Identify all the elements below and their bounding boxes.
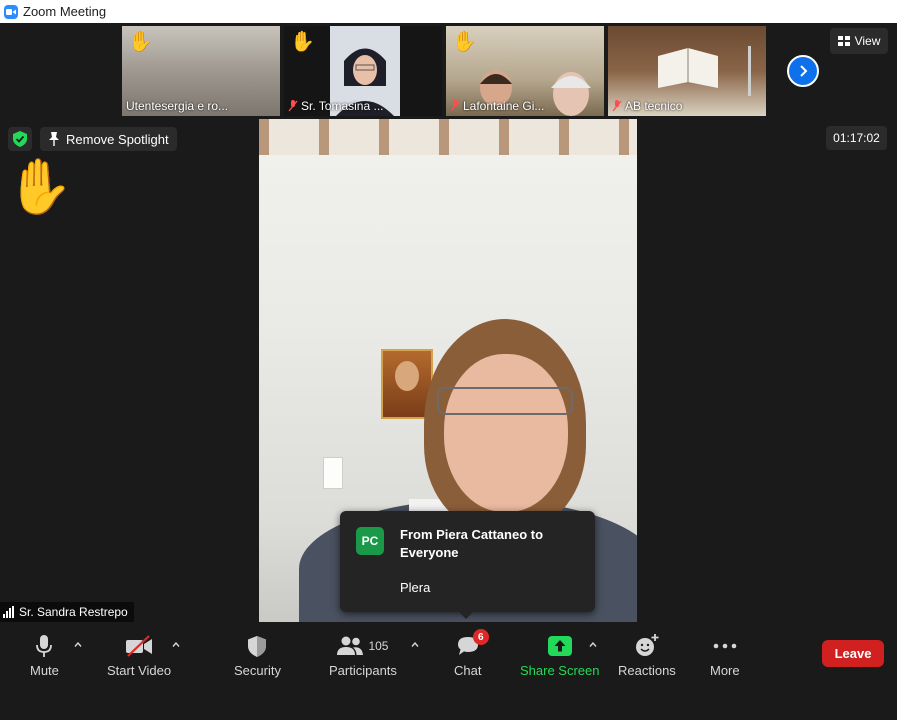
participant-name: Sr. Tomasina ... [288,99,383,113]
participant-name: Lafontaine Gi... [450,99,544,113]
zoom-window: Zoom Meeting ✋ Utentesergia e ro... ✋ Sr… [0,0,897,720]
participant-thumbnail[interactable]: ✋ Lafontaine Gi... [446,26,604,116]
shield-check-icon [13,131,27,147]
more-icon-wrap [713,633,737,659]
remove-spotlight-button[interactable]: Remove Spotlight [40,127,177,151]
reactions-button[interactable]: Reactions [618,633,676,678]
active-speaker-name: Sr. Sandra Restrepo [19,605,128,619]
muted-mic-icon [612,100,622,112]
participants-count: 105 [368,639,389,653]
chat-label: Chat [454,663,482,678]
microphone-icon [36,635,53,657]
active-speaker-tag: Sr. Sandra Restrepo [0,602,134,622]
chat-button[interactable]: 6 Chat [454,629,489,678]
next-page-button[interactable] [787,55,819,87]
signal-strength-icon [3,606,14,618]
speaker-glasses [437,387,573,415]
speaker-face [444,354,568,512]
chat-notification[interactable]: PC From Piera Cattaneo to Everyone Plera [340,511,595,619]
reactions-icon-wrap [635,633,659,659]
chevron-up-icon [411,641,419,647]
wall-switch [323,457,343,489]
participant-name-text: AB tecnico [625,99,683,113]
leave-button[interactable]: Leave [822,640,884,667]
ceiling-beams [259,119,637,155]
share-screen-label: Share Screen [520,663,600,678]
icon-face [395,361,419,391]
chat-unread-badge: 6 [472,629,489,645]
mute-button[interactable]: Mute [30,633,59,678]
grid-view-icon [837,35,850,46]
zoom-app-icon [4,4,18,19]
participant-thumbnail[interactable]: AB tecnico [608,26,766,116]
view-button[interactable]: View [830,28,888,54]
encryption-status[interactable] [8,127,32,151]
muted-mic-icon [288,100,298,112]
remove-spotlight-label: Remove Spotlight [66,131,169,147]
raised-hand-icon: ✋ [128,31,153,53]
security-label: Security [234,663,281,678]
video-icon-wrap [125,633,153,659]
participant-name: Utentesergia e ro... [126,99,228,113]
title-bar: Zoom Meeting [0,0,897,23]
participants-label: Participants [329,663,397,678]
chat-icon-wrap: 6 [457,629,489,659]
mute-icon-wrap [35,633,53,659]
more-button[interactable]: More [710,633,740,678]
audio-options-caret[interactable] [73,639,83,649]
mute-label: Mute [30,663,59,678]
participant-name-text: Utentesergia e ro... [126,99,229,113]
start-video-button[interactable]: Start Video [107,633,171,678]
chat-message-text: Plera [400,580,431,595]
meeting-stage: ✋ Utentesergia e ro... ✋ Sr. Tomasina ..… [0,23,897,625]
chevron-up-icon [589,641,597,647]
smiley-plus-icon [635,634,659,656]
chevron-up-icon [172,641,180,647]
chat-sender-avatar: PC [356,527,384,555]
participant-name-text: Lafontaine Gi... [463,99,545,113]
meeting-timer: 01:17:02 [826,126,887,150]
share-icon-wrap [547,633,572,659]
participants-icon-wrap: 105 [337,633,388,659]
security-icon-wrap [247,633,267,659]
raised-hand-icon: ✋ [290,31,315,53]
shield-icon [248,635,267,657]
participants-icon [337,636,364,655]
participant-name: AB tecnico [612,99,682,113]
participants-options-caret[interactable] [410,639,420,649]
share-options-caret[interactable] [588,639,598,649]
video-options-caret[interactable] [171,639,181,649]
participant-thumbnail[interactable]: ✋ Sr. Tomasina ... [284,26,442,116]
more-label: More [710,663,740,678]
meeting-toolbar: Mute Start Video Security 105 Participan… [0,625,897,720]
window-title: Zoom Meeting [23,4,107,19]
chevron-up-icon [74,641,82,647]
reactions-label: Reactions [618,663,676,678]
more-dots-icon [713,643,737,649]
participant-name-text: Sr. Tomasina ... [301,99,384,113]
muted-mic-icon [450,100,460,112]
view-button-label: View [854,34,881,48]
share-screen-icon [547,636,572,656]
thumbnail-strip: ✋ Utentesergia e ro... ✋ Sr. Tomasina ..… [122,26,766,116]
participants-button[interactable]: 105 Participants [329,633,397,678]
video-off-icon [126,635,153,657]
start-video-label: Start Video [107,663,172,678]
chat-from-line: From Piera Cattaneo to Everyone [400,527,544,560]
raised-hand-icon: ✋ [452,31,477,53]
chevron-right-icon [800,65,808,77]
pin-icon [49,132,59,146]
participant-thumbnail[interactable]: ✋ Utentesergia e ro... [122,26,280,116]
raised-hand-icon: ✋ [6,157,74,217]
security-button[interactable]: Security [234,633,281,678]
